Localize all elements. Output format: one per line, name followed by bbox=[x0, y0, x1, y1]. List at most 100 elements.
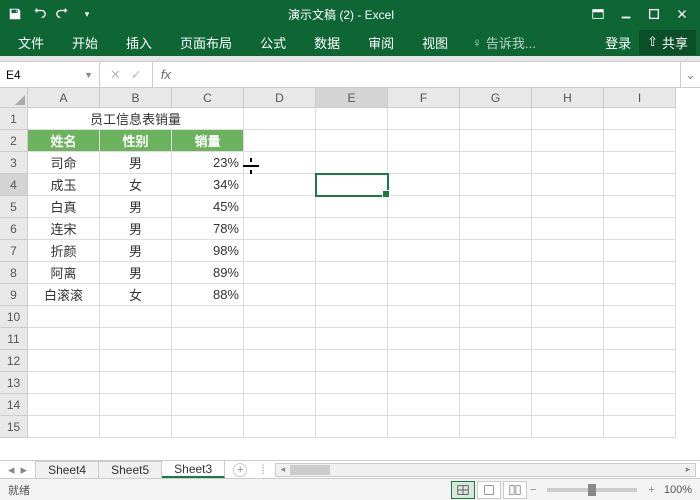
cell-H12[interactable] bbox=[532, 350, 604, 372]
cell-E8[interactable] bbox=[316, 262, 388, 284]
maximize-icon[interactable] bbox=[640, 3, 668, 25]
cell-F3[interactable] bbox=[388, 152, 460, 174]
view-normal-icon[interactable] bbox=[451, 481, 475, 499]
cell-G8[interactable] bbox=[460, 262, 532, 284]
cell-B15[interactable] bbox=[100, 416, 172, 438]
row-header-1[interactable]: 1 bbox=[0, 108, 28, 130]
cell-H7[interactable] bbox=[532, 240, 604, 262]
tab-formulas[interactable]: 公式 bbox=[246, 27, 300, 58]
cell-F6[interactable] bbox=[388, 218, 460, 240]
cell-D2[interactable] bbox=[244, 130, 316, 152]
cell-H6[interactable] bbox=[532, 218, 604, 240]
cell-A10[interactable] bbox=[28, 306, 100, 328]
column-header-B[interactable]: B bbox=[100, 88, 172, 108]
cell-A13[interactable] bbox=[28, 372, 100, 394]
cell-B3[interactable]: 男 bbox=[100, 152, 172, 174]
row-header-11[interactable]: 11 bbox=[0, 328, 28, 350]
view-page-break-icon[interactable] bbox=[503, 481, 527, 499]
column-header-A[interactable]: A bbox=[28, 88, 100, 108]
cell-H8[interactable] bbox=[532, 262, 604, 284]
cell-F9[interactable] bbox=[388, 284, 460, 306]
zoom-slider[interactable] bbox=[547, 488, 637, 492]
cell-G12[interactable] bbox=[460, 350, 532, 372]
cell-I8[interactable] bbox=[604, 262, 676, 284]
cell-I6[interactable] bbox=[604, 218, 676, 240]
cell-A7[interactable]: 折颜 bbox=[28, 240, 100, 262]
row-header-12[interactable]: 12 bbox=[0, 350, 28, 372]
enter-formula-icon[interactable]: ✓ bbox=[131, 67, 142, 83]
redo-icon[interactable] bbox=[52, 3, 74, 25]
cell-B7[interactable]: 男 bbox=[100, 240, 172, 262]
fx-icon[interactable]: fx bbox=[153, 67, 179, 82]
cell-H4[interactable] bbox=[532, 174, 604, 196]
cell-I9[interactable] bbox=[604, 284, 676, 306]
cell-E6[interactable] bbox=[316, 218, 388, 240]
cell-E2[interactable] bbox=[316, 130, 388, 152]
row-header-5[interactable]: 5 bbox=[0, 196, 28, 218]
cell-I12[interactable] bbox=[604, 350, 676, 372]
row-header-10[interactable]: 10 bbox=[0, 306, 28, 328]
row-header-2[interactable]: 2 bbox=[0, 130, 28, 152]
cell-H13[interactable] bbox=[532, 372, 604, 394]
spreadsheet-grid[interactable]: ABCDEFGHI1员工信息表销量2姓名性别销量3司命男23%4成玉女34%5白… bbox=[0, 88, 700, 460]
cell-E14[interactable] bbox=[316, 394, 388, 416]
cell-A11[interactable] bbox=[28, 328, 100, 350]
cell-I2[interactable] bbox=[604, 130, 676, 152]
row-header-7[interactable]: 7 bbox=[0, 240, 28, 262]
cell-D15[interactable] bbox=[244, 416, 316, 438]
cell-H14[interactable] bbox=[532, 394, 604, 416]
cell-H9[interactable] bbox=[532, 284, 604, 306]
zoom-out-button[interactable]: − bbox=[527, 484, 539, 496]
cell-D9[interactable] bbox=[244, 284, 316, 306]
cell-G9[interactable] bbox=[460, 284, 532, 306]
column-header-D[interactable]: D bbox=[244, 88, 316, 108]
cell-G6[interactable] bbox=[460, 218, 532, 240]
cell-E10[interactable] bbox=[316, 306, 388, 328]
column-header-C[interactable]: C bbox=[172, 88, 244, 108]
scroll-right-icon[interactable]: ▸ bbox=[681, 464, 695, 475]
cell-B9[interactable]: 女 bbox=[100, 284, 172, 306]
cell-B14[interactable] bbox=[100, 394, 172, 416]
cell-H1[interactable] bbox=[532, 108, 604, 130]
sheet-tab-Sheet4[interactable]: Sheet4 bbox=[36, 461, 99, 478]
cell-I4[interactable] bbox=[604, 174, 676, 196]
cell-E7[interactable] bbox=[316, 240, 388, 262]
cell-C10[interactable] bbox=[172, 306, 244, 328]
cell-B13[interactable] bbox=[100, 372, 172, 394]
undo-icon[interactable] bbox=[28, 3, 50, 25]
cell-C11[interactable] bbox=[172, 328, 244, 350]
sheet-nav-next-icon[interactable]: ▸ bbox=[21, 462, 28, 478]
column-header-H[interactable]: H bbox=[532, 88, 604, 108]
cell-G10[interactable] bbox=[460, 306, 532, 328]
tab-split-handle[interactable]: ⁞ bbox=[255, 462, 271, 477]
cell-G5[interactable] bbox=[460, 196, 532, 218]
cell-H5[interactable] bbox=[532, 196, 604, 218]
tell-me[interactable]: ♀ 告诉我... bbox=[472, 33, 536, 52]
tab-layout[interactable]: 页面布局 bbox=[166, 27, 246, 58]
cell-C9[interactable]: 88% bbox=[172, 284, 244, 306]
signin-link[interactable]: 登录 bbox=[605, 33, 631, 52]
cell-F15[interactable] bbox=[388, 416, 460, 438]
cell-F4[interactable] bbox=[388, 174, 460, 196]
formula-bar[interactable] bbox=[179, 62, 680, 87]
cell-D11[interactable] bbox=[244, 328, 316, 350]
sheet-nav-prev-icon[interactable]: ◂ bbox=[8, 462, 15, 478]
cell-C6[interactable]: 78% bbox=[172, 218, 244, 240]
cell-F7[interactable] bbox=[388, 240, 460, 262]
cell-I14[interactable] bbox=[604, 394, 676, 416]
tab-insert[interactable]: 插入 bbox=[112, 27, 166, 58]
cell-H10[interactable] bbox=[532, 306, 604, 328]
cell-B6[interactable]: 男 bbox=[100, 218, 172, 240]
zoom-slider-thumb[interactable] bbox=[588, 484, 596, 496]
row-header-6[interactable]: 6 bbox=[0, 218, 28, 240]
row-header-8[interactable]: 8 bbox=[0, 262, 28, 284]
cell-I5[interactable] bbox=[604, 196, 676, 218]
cell-F1[interactable] bbox=[388, 108, 460, 130]
cell-D3[interactable] bbox=[244, 152, 316, 174]
cell-E9[interactable] bbox=[316, 284, 388, 306]
cell-D1[interactable] bbox=[244, 108, 316, 130]
share-button[interactable]: ⇧ 共享 bbox=[639, 30, 696, 55]
cell-A14[interactable] bbox=[28, 394, 100, 416]
cell-F12[interactable] bbox=[388, 350, 460, 372]
row-header-15[interactable]: 15 bbox=[0, 416, 28, 438]
